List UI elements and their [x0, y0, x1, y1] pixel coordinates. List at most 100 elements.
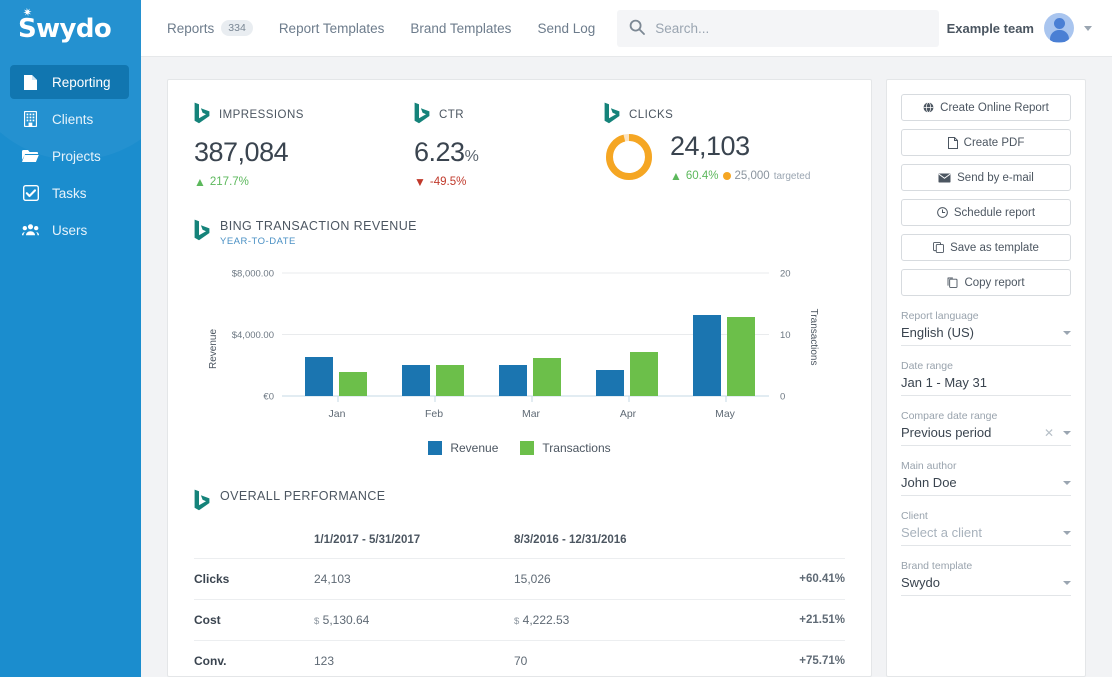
field-value: English (US) [901, 325, 974, 340]
sidebar-item-projects[interactable]: Projects [10, 139, 129, 173]
row-current: 24,103 [314, 558, 514, 600]
team-name: Example team [946, 20, 1034, 36]
performance-table: 1/1/2017 - 5/31/2017 8/3/2016 - 12/31/20… [194, 534, 845, 676]
create-online-report-button[interactable]: Create Online Report [901, 94, 1071, 121]
kpi-target-value: 25,000 [734, 170, 770, 182]
sidebar-item-tasks[interactable]: Tasks [10, 176, 129, 210]
field-date-range: Date range Jan 1 - May 31 [901, 360, 1071, 396]
sidebar-item-users[interactable]: Users [10, 213, 129, 247]
kpi-clicks: CLICKS 24,103 ▲ 60.4% 25,000 targeted [604, 102, 810, 189]
field-label: Client [901, 510, 928, 522]
clicks-progress-donut [604, 132, 654, 182]
tab-label: Report Templates [278, 20, 385, 36]
row-previous: $ 4,222.53 [514, 599, 734, 641]
kpi-delta-value: 217.7% [209, 176, 249, 188]
row-label: Clicks [194, 558, 314, 600]
tab-send-log[interactable]: Send Log [537, 21, 595, 36]
brand-template-select[interactable]: Swydo [901, 575, 1071, 596]
app-root: ✷ Swydo Reporting Clients Projects Tasks… [0, 0, 1112, 677]
button-label: Create Online Report [940, 101, 1049, 114]
kpi-delta-value: 60.4% [685, 170, 719, 182]
pdf-icon [947, 136, 958, 149]
chevron-down-icon[interactable] [1063, 580, 1071, 585]
field-value: Swydo [901, 575, 941, 590]
bing-icon [194, 102, 210, 127]
svg-text:Apr: Apr [620, 408, 637, 420]
copy-report-button[interactable]: Copy report [901, 269, 1071, 296]
kpi-title: CLICKS [629, 108, 674, 121]
field-label: Date range [901, 360, 953, 372]
chevron-down-icon[interactable] [1084, 25, 1092, 31]
bing-icon [414, 102, 430, 127]
bing-icon [194, 489, 210, 514]
kpi-impressions: IMPRESSIONS 387,084 ▲ 217.7% [194, 102, 414, 189]
chevron-down-icon[interactable] [1063, 480, 1071, 485]
kpi-delta-value: -49.5% [429, 176, 467, 188]
sidebar-item-reporting[interactable]: Reporting [10, 65, 129, 99]
field-report-language: Report language English (US) [901, 310, 1071, 346]
col-previous-period: 8/3/2016 - 12/31/2016 [514, 534, 627, 546]
table-row: Conv. 123 70 +75.71% [194, 640, 845, 676]
send-by-email-button[interactable]: Send by e-mail [901, 164, 1071, 191]
sidebar-item-clients[interactable]: Clients [10, 102, 129, 136]
search-input[interactable] [655, 20, 928, 36]
row-current: 123 [314, 640, 514, 676]
tab-label: Reports [167, 20, 215, 36]
users-icon [22, 222, 39, 239]
main-author-select[interactable]: John Doe [901, 475, 1071, 496]
kpi-unit: % [464, 148, 479, 165]
reports-count-badge: 334 [221, 19, 253, 37]
client-select[interactable]: Select a client [901, 525, 1071, 546]
arrow-up-icon: ▲ [194, 175, 206, 189]
tab-report-templates[interactable]: Report Templates [279, 21, 385, 36]
svg-text:Mar: Mar [522, 408, 541, 420]
app-logo[interactable]: ✷ Swydo [0, 0, 141, 57]
date-range-input[interactable]: Jan 1 - May 31 [901, 375, 1071, 396]
chevron-down-icon[interactable] [1063, 530, 1071, 535]
field-label: Main author [901, 460, 957, 472]
folder-icon [22, 148, 39, 165]
schedule-report-button[interactable]: Schedule report [901, 199, 1071, 226]
button-label: Schedule report [953, 206, 1036, 219]
sidebar-nav: Reporting Clients Projects Tasks Users [0, 65, 141, 247]
kpi-ctr: CTR 6.23% ▼ -49.5% [414, 102, 604, 189]
button-label: Create PDF [963, 136, 1025, 149]
chevron-down-icon[interactable] [1063, 430, 1071, 435]
field-label: Report language [901, 310, 979, 322]
sidebar: ✷ Swydo Reporting Clients Projects Tasks… [0, 0, 141, 677]
compare-date-range-select[interactable]: Previous period ✕ [901, 425, 1071, 446]
avatar[interactable] [1044, 13, 1074, 43]
col-metric [194, 534, 314, 559]
arrow-down-icon: ▼ [414, 175, 426, 189]
clear-icon[interactable]: ✕ [1044, 426, 1054, 440]
search-box[interactable] [617, 9, 940, 47]
checkbox-icon [22, 185, 39, 202]
button-label: Save as template [950, 241, 1039, 254]
field-brand-template: Brand template Swydo [901, 560, 1071, 596]
sidebar-item-label: Projects [52, 148, 101, 164]
create-pdf-button[interactable]: Create PDF [901, 129, 1071, 156]
kpi-value: 24,103 [670, 131, 750, 161]
sidebar-item-label: Reporting [52, 74, 111, 90]
row-change: +75.71% [734, 640, 845, 676]
save-as-template-button[interactable]: Save as template [901, 234, 1071, 261]
legend-swatch [428, 441, 443, 455]
tab-brand-templates[interactable]: Brand Templates [410, 21, 511, 36]
performance-title: OVERALL PERFORMANCE [220, 489, 386, 503]
bing-icon [604, 102, 620, 127]
topbar-right: Example team [947, 13, 1092, 43]
legend-item-revenue: Revenue [428, 441, 498, 455]
svg-text:Jan: Jan [329, 408, 346, 420]
chart-subtitle: YEAR-TO-DATE [220, 236, 296, 247]
tab-reports[interactable]: Reports 334 [167, 19, 253, 37]
svg-text:€0: €0 [263, 392, 274, 403]
content-area: IMPRESSIONS 387,084 ▲ 217.7% CTR 6.23% ▼… [141, 57, 1112, 677]
row-previous: 70 [514, 640, 734, 676]
globe-icon [923, 102, 934, 113]
report-preview-card: IMPRESSIONS 387,084 ▲ 217.7% CTR 6.23% ▼… [167, 79, 872, 677]
report-language-select[interactable]: English (US) [901, 325, 1071, 346]
building-icon [22, 111, 39, 128]
chevron-down-icon[interactable] [1063, 330, 1071, 335]
field-value: John Doe [901, 475, 957, 490]
field-compare-date-range: Compare date range Previous period ✕ [901, 410, 1071, 446]
